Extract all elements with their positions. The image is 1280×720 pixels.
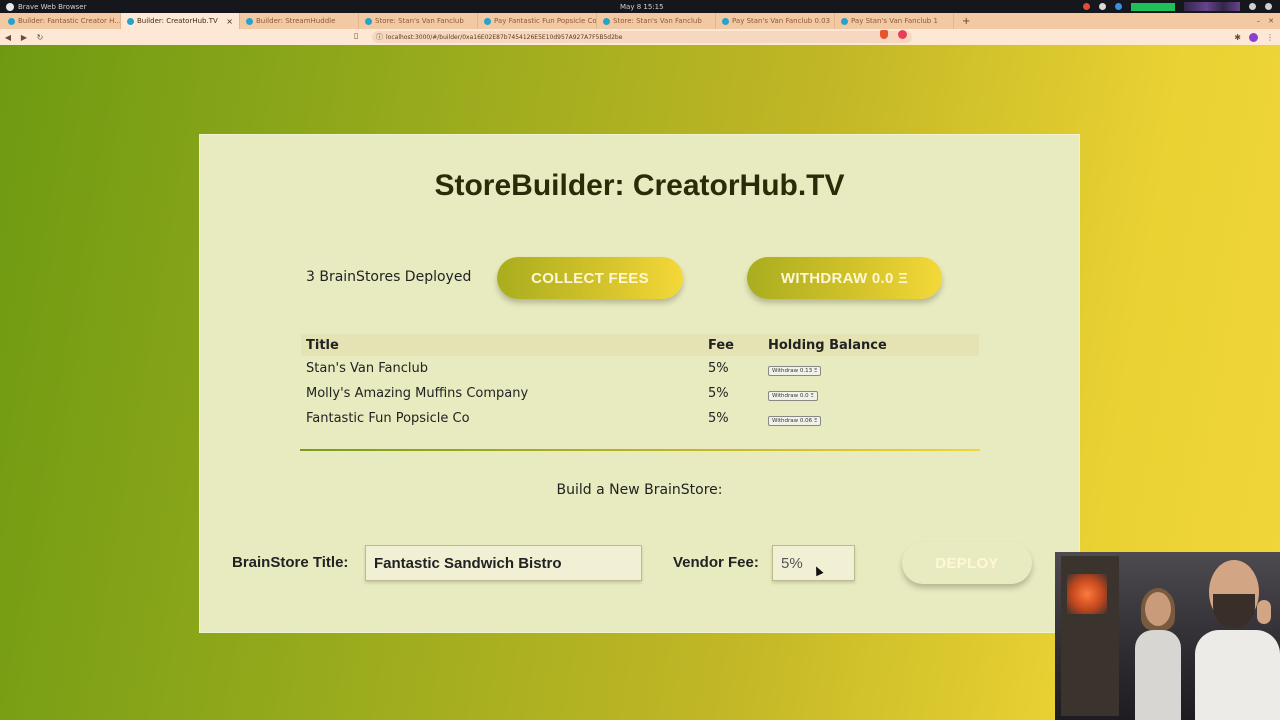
favicon-icon — [246, 17, 253, 25]
browser-menu[interactable]: Brave Web Browser — [18, 3, 87, 11]
brave-shield-icon[interactable] — [880, 30, 888, 39]
os-clock[interactable]: May 8 15:15 — [620, 3, 664, 11]
browser-tab-active[interactable]: Builder: CreatorHub.TV × — [121, 13, 240, 29]
header-fee: Fee — [708, 337, 734, 353]
favicon-icon — [603, 17, 610, 25]
minimize-icon[interactable]: – — [1257, 17, 1261, 25]
store-fee: 5% — [708, 386, 729, 401]
brainstore-title-input[interactable]: Fantastic Sandwich Bistro — [365, 545, 642, 581]
browser-tab[interactable]: Pay Fantastic Fun Popsicle Co — [478, 13, 597, 29]
header-title: Title — [306, 337, 339, 353]
deployed-count: 3 BrainStores Deployed — [306, 269, 472, 285]
withdraw-store-button[interactable]: Withdraw 0.06 Ξ — [768, 416, 822, 426]
profile-icon[interactable] — [1249, 32, 1258, 42]
favicon-icon — [484, 17, 491, 25]
favicon-icon — [841, 17, 848, 25]
store-title: Molly's Amazing Muffins Company — [306, 386, 529, 401]
background-lamp — [1067, 574, 1107, 614]
presenter-right — [1195, 560, 1280, 720]
close-tab-icon[interactable]: × — [226, 17, 233, 26]
favicon-icon — [365, 17, 372, 25]
navigation-bar: ◀ ▶ ↻ ▯ ⓘ localhost:3000/#/builder/0xa16… — [0, 29, 1280, 45]
build-new-heading: Build a New BrainStore: — [556, 482, 723, 498]
table-header: Title Fee Holding Balance — [301, 334, 979, 356]
tab-strip: Builder: Fantastic Creator H... Builder:… — [0, 13, 1280, 29]
volume-icon[interactable] — [1249, 3, 1256, 10]
header-holding-balance: Holding Balance — [768, 337, 887, 353]
store-title: Stan's Van Fanclub — [306, 361, 428, 376]
address-bar[interactable]: ⓘ localhost:3000/#/builder/0xa16E02E87b7… — [372, 31, 912, 43]
cpu-meter — [1131, 2, 1175, 11]
withdraw-store-button[interactable]: Withdraw 0.13 Ξ — [768, 366, 822, 376]
section-divider — [300, 449, 980, 451]
new-tab-button[interactable]: + — [954, 16, 978, 27]
vendor-fee-label: Vendor Fee: — [673, 554, 759, 571]
store-fee: 5% — [708, 361, 729, 376]
store-title: Fantastic Fun Popsicle Co — [306, 411, 470, 426]
forward-icon[interactable]: ▶ — [16, 33, 32, 42]
close-window-icon[interactable]: ✕ — [1268, 17, 1274, 25]
favicon-icon — [127, 17, 134, 25]
audio-meter — [1184, 2, 1240, 11]
favicon-icon — [722, 17, 729, 25]
brainstores-table: Title Fee Holding Balance Stan's Van Fan… — [301, 334, 979, 431]
network-icon[interactable] — [1115, 3, 1122, 10]
reload-icon[interactable]: ↻ — [32, 33, 48, 42]
page-title: StoreBuilder: CreatorHub.TV — [434, 169, 845, 202]
collect-fees-button[interactable]: COLLECT FEES — [497, 257, 683, 299]
settings-icon[interactable] — [1099, 3, 1106, 10]
browser-tab[interactable]: Pay Stan's Van Fanclub 1 — [835, 13, 954, 29]
browser-tab[interactable]: Store: Stan's Van Fanclub — [359, 13, 478, 29]
withdraw-store-button[interactable]: Withdraw 0.0 Ξ — [768, 391, 818, 401]
url-text: localhost:3000/#/builder/0xa16E02E87b745… — [386, 33, 623, 41]
system-tray — [1083, 0, 1272, 13]
table-row: Stan's Van Fanclub 5% Withdraw 0.13 Ξ — [301, 356, 979, 381]
favicon-icon — [8, 17, 15, 25]
browser-tab[interactable]: Store: Stan's Van Fanclub — [597, 13, 716, 29]
brainstore-title-label: BrainStore Title: — [232, 554, 349, 571]
vendor-fee-input[interactable]: 5% — [772, 545, 855, 581]
back-icon[interactable]: ◀ — [0, 33, 16, 42]
table-row: Fantastic Fun Popsicle Co 5% Withdraw 0.… — [301, 406, 979, 431]
browser-tab[interactable]: Builder: StreamHuddle — [240, 13, 359, 29]
brave-rewards-icon[interactable] — [898, 30, 907, 39]
deploy-button[interactable]: DEPLOY — [902, 542, 1032, 584]
extensions-icon[interactable]: ✱ — [1234, 33, 1241, 42]
browser-tab[interactable]: Pay Stan's Van Fanclub 0.03 — [716, 13, 835, 29]
power-icon[interactable] — [1265, 3, 1272, 10]
os-logo-icon[interactable] — [6, 2, 14, 11]
bookmark-icon[interactable]: ▯ — [354, 31, 358, 40]
store-builder-card: StoreBuilder: CreatorHub.TV 3 BrainStore… — [199, 134, 1080, 633]
record-icon[interactable] — [1083, 3, 1090, 10]
store-fee: 5% — [708, 411, 729, 426]
menu-icon[interactable]: ⋮ — [1266, 33, 1274, 42]
table-row: Molly's Amazing Muffins Company 5% Withd… — [301, 381, 979, 406]
browser-tab[interactable]: Builder: Fantastic Creator H... — [2, 13, 121, 29]
site-info-icon[interactable]: ⓘ — [376, 32, 383, 42]
os-top-bar: Brave Web Browser May 8 15:15 — [0, 0, 1280, 13]
presenter-left — [1135, 588, 1181, 720]
webcam-overlay — [1055, 552, 1280, 720]
withdraw-button[interactable]: WITHDRAW 0.0 Ξ — [747, 257, 942, 299]
